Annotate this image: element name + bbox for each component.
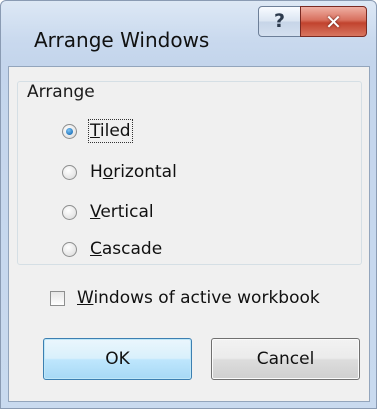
arrange-group-label: Arrange — [25, 82, 99, 102]
active-workbook-checkbox[interactable]: Windows of active workbook — [50, 288, 320, 308]
radio-vertical-label: Vertical — [90, 202, 154, 222]
radio-tiled-indicator[interactable] — [62, 123, 77, 139]
radio-horizontal-indicator[interactable] — [62, 164, 77, 180]
dialog-title: Arrange Windows — [34, 28, 210, 52]
radio-cascade-label: Cascade — [90, 239, 163, 259]
help-button[interactable]: ? — [258, 6, 301, 37]
radio-vertical-indicator[interactable] — [62, 204, 77, 220]
radio-cascade-indicator[interactable] — [62, 241, 77, 257]
active-workbook-checkbox-label: Windows of active workbook — [77, 288, 320, 308]
radio-cascade[interactable]: Cascade — [62, 239, 162, 259]
radio-tiled-label: Tiled — [88, 119, 133, 143]
cancel-button[interactable]: Cancel — [211, 338, 360, 380]
radio-horizontal[interactable]: Horizontal — [62, 162, 177, 182]
active-workbook-checkbox-box[interactable] — [50, 290, 65, 306]
close-icon: ✕ — [325, 9, 342, 34]
close-button[interactable]: ✕ — [300, 6, 367, 37]
arrange-windows-dialog: Arrange Windows ? ✕ Arrange Tiled Horizo… — [0, 0, 377, 409]
radio-tiled[interactable]: Tiled — [62, 119, 133, 143]
ok-button[interactable]: OK — [43, 338, 192, 380]
radio-vertical[interactable]: Vertical — [62, 202, 154, 222]
radio-horizontal-label: Horizontal — [90, 162, 177, 182]
question-icon: ? — [273, 10, 286, 32]
